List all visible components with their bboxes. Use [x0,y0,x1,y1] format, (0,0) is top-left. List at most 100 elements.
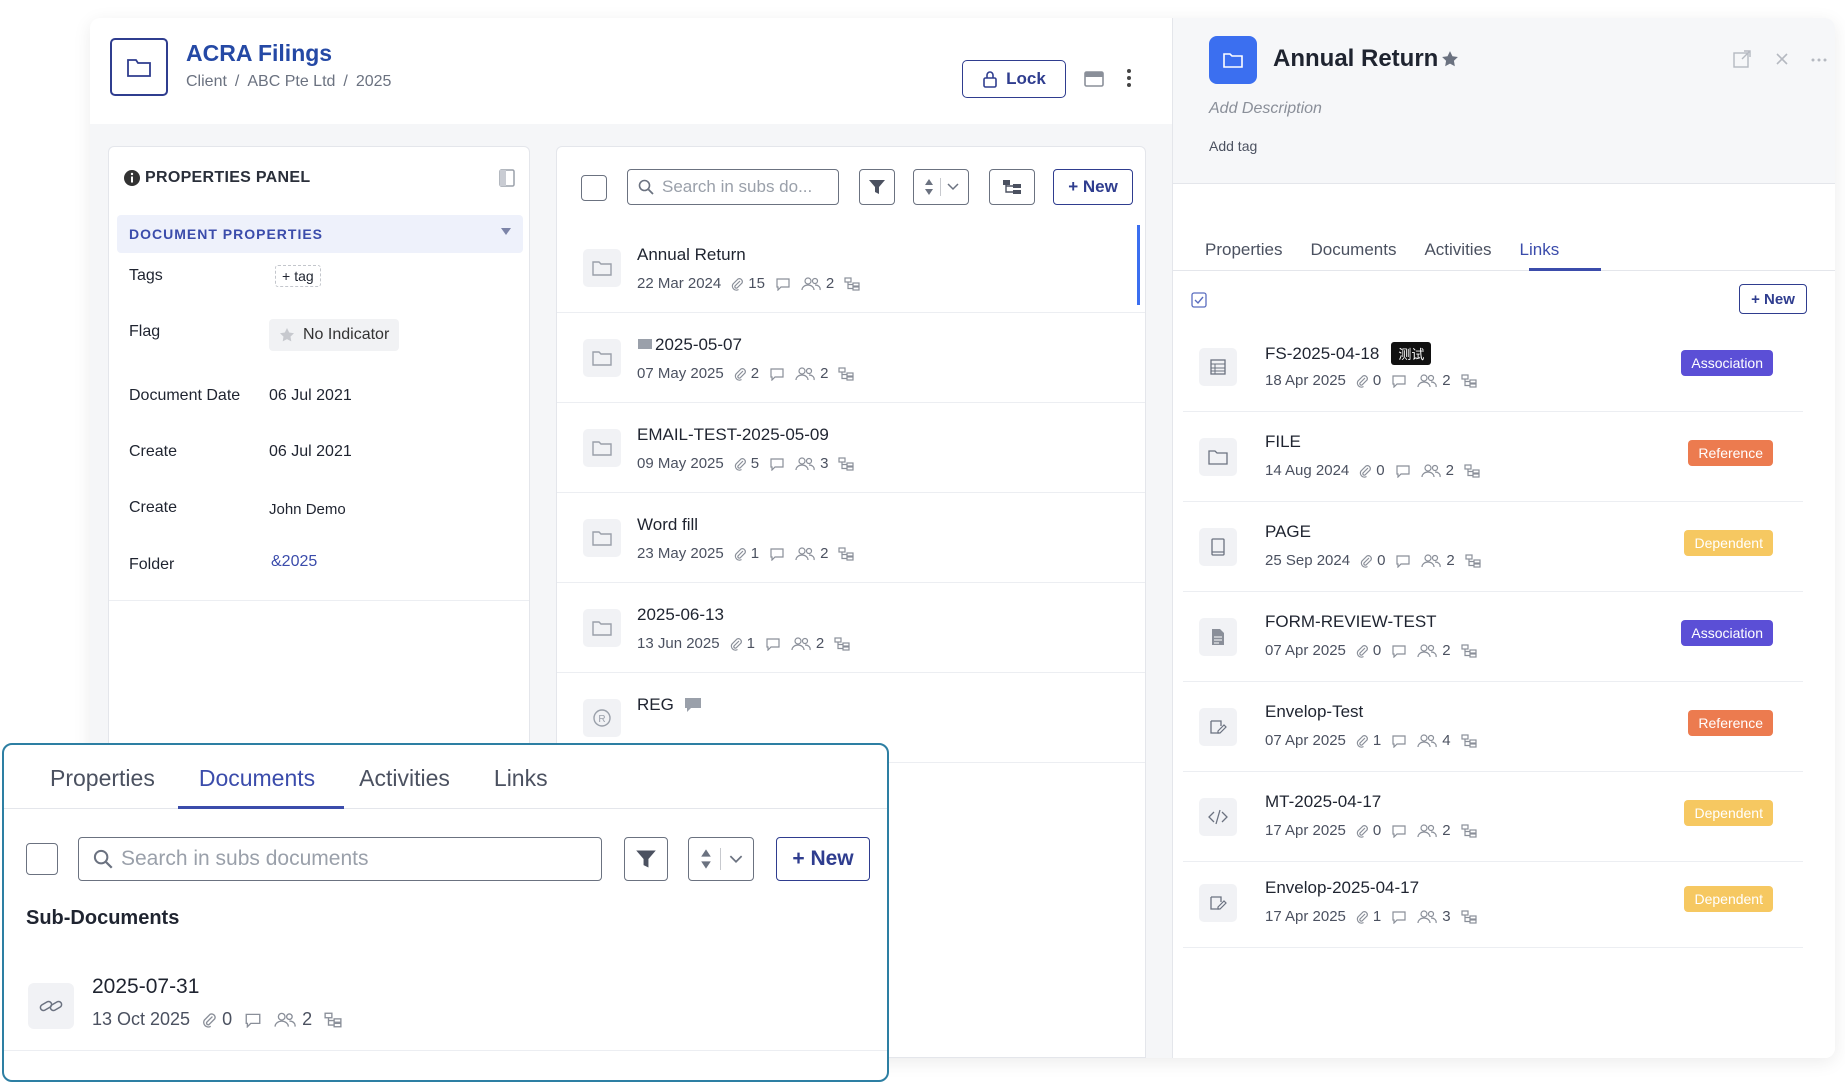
filter-button[interactable] [859,169,895,205]
link-row[interactable]: FS-2025-04-18 测试 18 Apr 2025 0 2 Associa… [1183,322,1803,412]
link-row[interactable]: PAGE 25 Sep 2024 0 2 Dependent [1183,502,1803,592]
search-placeholder: Search in subs documents [121,847,369,870]
select-all-checkbox[interactable] [26,843,58,875]
link-row[interactable]: Envelop-Test 07 Apr 2025 1 4 Reference [1183,682,1803,772]
select-all-checkbox[interactable] [1191,292,1207,308]
link-row[interactable]: FORM-REVIEW-TEST 07 Apr 2025 0 2 Associa… [1183,592,1803,682]
attachment-icon [734,547,746,561]
search-placeholder: Search in subs do... [662,177,813,196]
link-row[interactable]: Envelop-2025-04-17 17 Apr 2025 1 3 Depen… [1183,858,1803,948]
comment-icon [1391,910,1407,924]
link-row[interactable]: MT-2025-04-17 17 Apr 2025 0 2 Dependent [1183,772,1803,862]
document-properties-section[interactable]: DOCUMENT PROPERTIES [117,215,523,253]
sort-button[interactable] [688,837,754,881]
hierarchy-icon [838,456,855,471]
members-icon [1417,909,1437,924]
list-item[interactable]: Annual Return 22 Mar 2024 15 2 [557,223,1145,313]
more-vertical-icon[interactable] [1126,68,1132,88]
tags-label: Tags [129,267,163,284]
description-input[interactable]: Add Description [1209,100,1322,118]
list-item[interactable]: EMAIL-TEST-2025-05-09 09 May 2025 5 3 [557,403,1145,493]
link-row[interactable]: FILE 14 Aug 2024 0 2 Reference [1183,412,1803,502]
sort-button[interactable] [913,169,969,205]
new-button[interactable]: + New [1053,169,1133,205]
list-item[interactable]: Word fill 23 May 2025 1 2 [557,493,1145,583]
search-input[interactable]: Search in subs documents [78,837,602,881]
item-title: Word fill [637,515,699,534]
tab-documents[interactable]: Documents [177,765,337,792]
tab-properties[interactable]: Properties [1191,240,1296,260]
hierarchy-icon [324,1012,342,1028]
folder-icon [1199,438,1237,476]
select-all-checkbox[interactable] [581,175,607,201]
hierarchy-icon [1460,823,1477,838]
link-date: 17 Apr 2025 [1265,908,1346,925]
caret-down-icon [501,227,511,237]
comment-icon [775,277,791,291]
link-date: 25 Sep 2024 [1265,552,1351,569]
tabs-divider [1173,270,1835,271]
tab-documents[interactable]: Documents [1296,240,1410,260]
filter-icon [635,848,657,870]
list-item[interactable]: 2025-07-31 13 Oct 2025 0 2 [4,961,887,1051]
search-input[interactable]: Search in subs do... [627,169,839,205]
item-meta: 13 Oct 2025 0 2 [92,1009,342,1030]
detail-title[interactable]: Annual Return [1273,45,1438,73]
link-meta: 18 Apr 2025 0 2 [1265,372,1477,389]
link-date: 17 Apr 2025 [1265,822,1346,839]
add-tag-button[interactable]: + tag [275,265,321,287]
list-item[interactable]: 2025-06-13 13 Jun 2025 1 2 [557,583,1145,673]
comment-icon [1391,374,1407,388]
attachment-count: 15 [748,275,765,292]
folder-link[interactable]: &2025 [271,553,317,571]
document-date-value[interactable]: 06 Jul 2021 [269,387,352,405]
creator-label: Create [129,499,178,516]
tab-activities[interactable]: Activities [1410,240,1505,260]
add-tag-link[interactable]: Add tag [1209,138,1257,154]
link-tag: 测试 [1391,342,1432,365]
item-title: Annual Return [637,245,746,264]
tree-view-button[interactable] [989,169,1035,205]
link-title: Envelop-Test [1265,702,1364,721]
hierarchy-icon [1464,463,1480,478]
attachment-icon [1356,734,1368,748]
breadcrumb-item[interactable]: Client [186,73,227,91]
open-external-icon[interactable] [1733,50,1751,68]
svg-text:R: R [598,714,605,725]
more-horizontal-icon[interactable] [1811,58,1827,62]
tab-links[interactable]: Links [1506,240,1574,260]
link-title-row: PAGE [1265,522,1311,542]
page-title: ACRA Filings [186,40,333,66]
flag-select[interactable]: No Indicator [269,319,400,351]
members-icon [1417,823,1437,838]
new-link-button[interactable]: + New [1739,284,1807,314]
breadcrumb-item[interactable]: ABC Pte Ltd [247,73,335,91]
item-meta: 13 Jun 2025 1 2 [637,635,850,652]
list-item[interactable]: 2025-05-07 07 May 2025 2 2 [557,313,1145,403]
tab-activities[interactable]: Activities [337,765,472,792]
star-icon[interactable] [1441,50,1459,68]
flag-value: No Indicator [303,326,390,343]
properties-panel-title: PROPERTIES PANEL [145,169,311,186]
collapse-panel-icon[interactable] [499,169,515,187]
comment-icon [1391,644,1407,658]
item-meta: 23 May 2025 1 2 [637,545,855,562]
link-meta: 17 Apr 2025 0 2 [1265,822,1477,839]
new-button[interactable]: + New [776,837,870,881]
item-title: 2025-07-31 [92,975,200,998]
lock-label: Lock [1006,69,1046,88]
close-icon[interactable] [1775,52,1789,66]
link-meta: 07 Apr 2025 0 2 [1265,642,1477,659]
breadcrumb-item[interactable]: 2025 [356,73,392,91]
panel-layout-icon[interactable] [1084,70,1104,88]
item-title: EMAIL-TEST-2025-05-09 [637,425,829,444]
members-count: 2 [1442,822,1451,839]
attachment-count: 1 [1372,732,1382,749]
attachment-icon [202,1012,216,1028]
tab-links[interactable]: Links [472,765,570,792]
attachment-icon [1360,554,1372,568]
filter-button[interactable] [624,837,668,881]
folder-icon [583,519,621,557]
lock-button[interactable]: Lock [962,60,1066,98]
tab-properties[interactable]: Properties [28,765,177,792]
